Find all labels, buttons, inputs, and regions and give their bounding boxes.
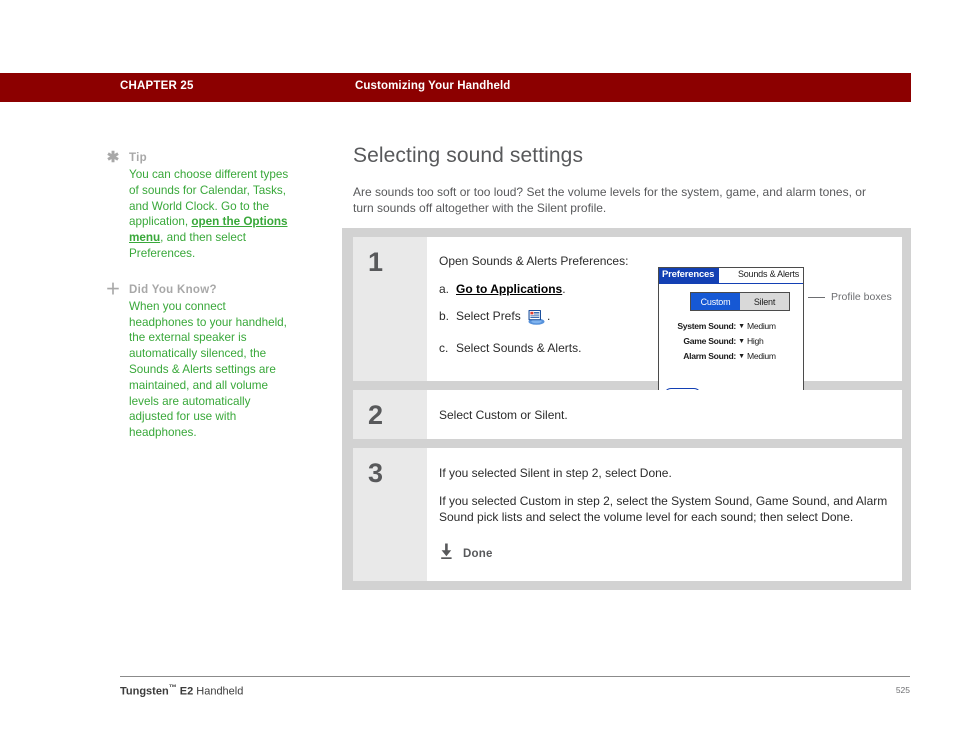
steps-container: 1 Open Sounds & Alerts Preferences: a. G…: [342, 228, 911, 590]
substep-c: c. Select Sounds & Alerts.: [439, 340, 654, 356]
chapter-header-bar: CHAPTER 25 Customizing Your Handheld: [0, 73, 911, 102]
substep-b-text: Select Prefs .: [456, 308, 550, 329]
step-row: 3 If you selected Silent in step 2, sele…: [353, 448, 902, 581]
sound-row-alarm: Alarm Sound: ▼ Medium: [665, 351, 799, 361]
device-title-tab[interactable]: Preferences: [659, 268, 720, 283]
step1-illustration: Preferences Sounds & Alerts Custom Silen…: [654, 253, 892, 408]
footer-product-rest: Handheld: [193, 685, 244, 698]
footer-product-name: Tungsten™ E2 Handheld: [120, 683, 243, 698]
chevron-down-icon[interactable]: ▼: [736, 338, 747, 345]
footer-product-bold-2: E2: [176, 685, 194, 698]
note-did-you-know: ＋ Did You Know? When you connect headpho…: [104, 282, 289, 441]
note-tip-body: Tip You can choose different types of so…: [129, 150, 289, 262]
profile-boxes-group: Custom Silent: [690, 292, 790, 311]
profile-box-silent[interactable]: Silent: [740, 293, 789, 310]
chevron-down-icon[interactable]: ▼: [736, 323, 747, 330]
done-hint: Done: [439, 543, 888, 565]
footer-product-bold-1: Tungsten: [120, 685, 169, 698]
substep-a-marker: a.: [439, 282, 450, 296]
page-title: Selecting sound settings: [353, 144, 584, 167]
go-to-applications-link[interactable]: Go to Applications: [456, 282, 562, 296]
profile-box-custom[interactable]: Custom: [691, 293, 740, 310]
callout-leader-line: [808, 296, 825, 298]
step3-paragraph-2: If you selected Custom in step 2, select…: [439, 494, 888, 524]
game-sound-label: Game Sound:: [683, 336, 736, 346]
asterisk-icon: ✱: [106, 149, 120, 166]
system-sound-label: System Sound:: [677, 321, 736, 331]
substep-a-suffix: .: [562, 282, 566, 296]
page-footer: Tungsten™ E2 Handheld 525: [120, 676, 910, 698]
palm-preferences-screen: Preferences Sounds & Alerts Custom Silen…: [658, 267, 804, 408]
trademark-icon: ™: [168, 683, 177, 692]
note-did-you-know-body: Did You Know? When you connect headphone…: [129, 282, 289, 441]
chevron-down-icon[interactable]: ▼: [736, 353, 747, 360]
substep-b: b. Select Prefs .: [439, 308, 654, 329]
step-number: 3: [353, 448, 427, 581]
sidebar-notes: ✱ Tip You can choose different types of …: [104, 150, 289, 461]
chapter-subject: Customizing Your Handheld: [355, 80, 511, 92]
sound-row-game: Game Sound: ▼ High: [665, 336, 799, 346]
substep-c-marker: c.: [439, 341, 449, 355]
system-sound-value[interactable]: Medium: [747, 321, 799, 331]
callout-label: Profile boxes: [831, 291, 892, 303]
device-title-right: Sounds & Alerts: [737, 269, 799, 279]
step1-intro: Open Sounds & Alerts Preferences:: [439, 254, 629, 268]
step3-paragraph-1: If you selected Silent in step 2, select…: [439, 466, 672, 480]
step-row: 2 Select Custom or Silent.: [353, 390, 902, 439]
step1-instructions: Open Sounds & Alerts Preferences: a. Go …: [439, 253, 654, 367]
substep-b-prefix: Select Prefs: [456, 309, 525, 323]
step-content: Select Custom or Silent.: [427, 390, 902, 439]
step-number: 2: [353, 390, 427, 439]
plus-icon: ＋: [105, 280, 121, 298]
substep-a: a. Go to Applications.: [439, 281, 654, 297]
note-tip-text: You can choose different types of sounds…: [129, 167, 289, 262]
step-number: 1: [353, 237, 427, 381]
done-label: Done: [463, 548, 493, 560]
substep-c-text: Select Sounds & Alerts.: [456, 341, 582, 355]
page-number: 525: [895, 685, 910, 695]
prefs-icon: [526, 309, 545, 329]
substep-a-text: Go to Applications.: [456, 281, 566, 297]
step2-paragraph: Select Custom or Silent.: [439, 408, 568, 422]
alarm-sound-value[interactable]: Medium: [747, 351, 799, 361]
game-sound-value[interactable]: High: [747, 336, 799, 346]
note-tip-title: Tip: [129, 152, 147, 164]
callout-profile-boxes: Profile boxes: [808, 291, 892, 303]
download-arrow-icon: [439, 543, 454, 565]
note-tip: ✱ Tip You can choose different types of …: [104, 150, 289, 262]
step-content: Open Sounds & Alerts Preferences: a. Go …: [427, 237, 902, 408]
substep-b-suffix: .: [547, 309, 551, 323]
alarm-sound-label: Alarm Sound:: [683, 351, 736, 361]
main-content-header: Selecting sound settings Are sounds too …: [353, 143, 911, 216]
sound-settings-list: System Sound: ▼ Medium Game Sound: ▼ Hig…: [665, 321, 799, 366]
chapter-label: CHAPTER 25: [120, 80, 194, 92]
note-did-you-know-text: When you connect headphones to your hand…: [129, 299, 287, 440]
step-content: If you selected Silent in step 2, select…: [427, 448, 902, 581]
device-title-bar: Preferences Sounds & Alerts: [659, 268, 803, 284]
substep-b-marker: b.: [439, 309, 450, 323]
intro-paragraph: Are sounds too soft or too loud? Set the…: [353, 185, 866, 215]
sound-row-system: System Sound: ▼ Medium: [665, 321, 799, 331]
step-row: 1 Open Sounds & Alerts Preferences: a. G…: [353, 237, 902, 408]
note-did-you-know-title: Did You Know?: [129, 283, 217, 296]
